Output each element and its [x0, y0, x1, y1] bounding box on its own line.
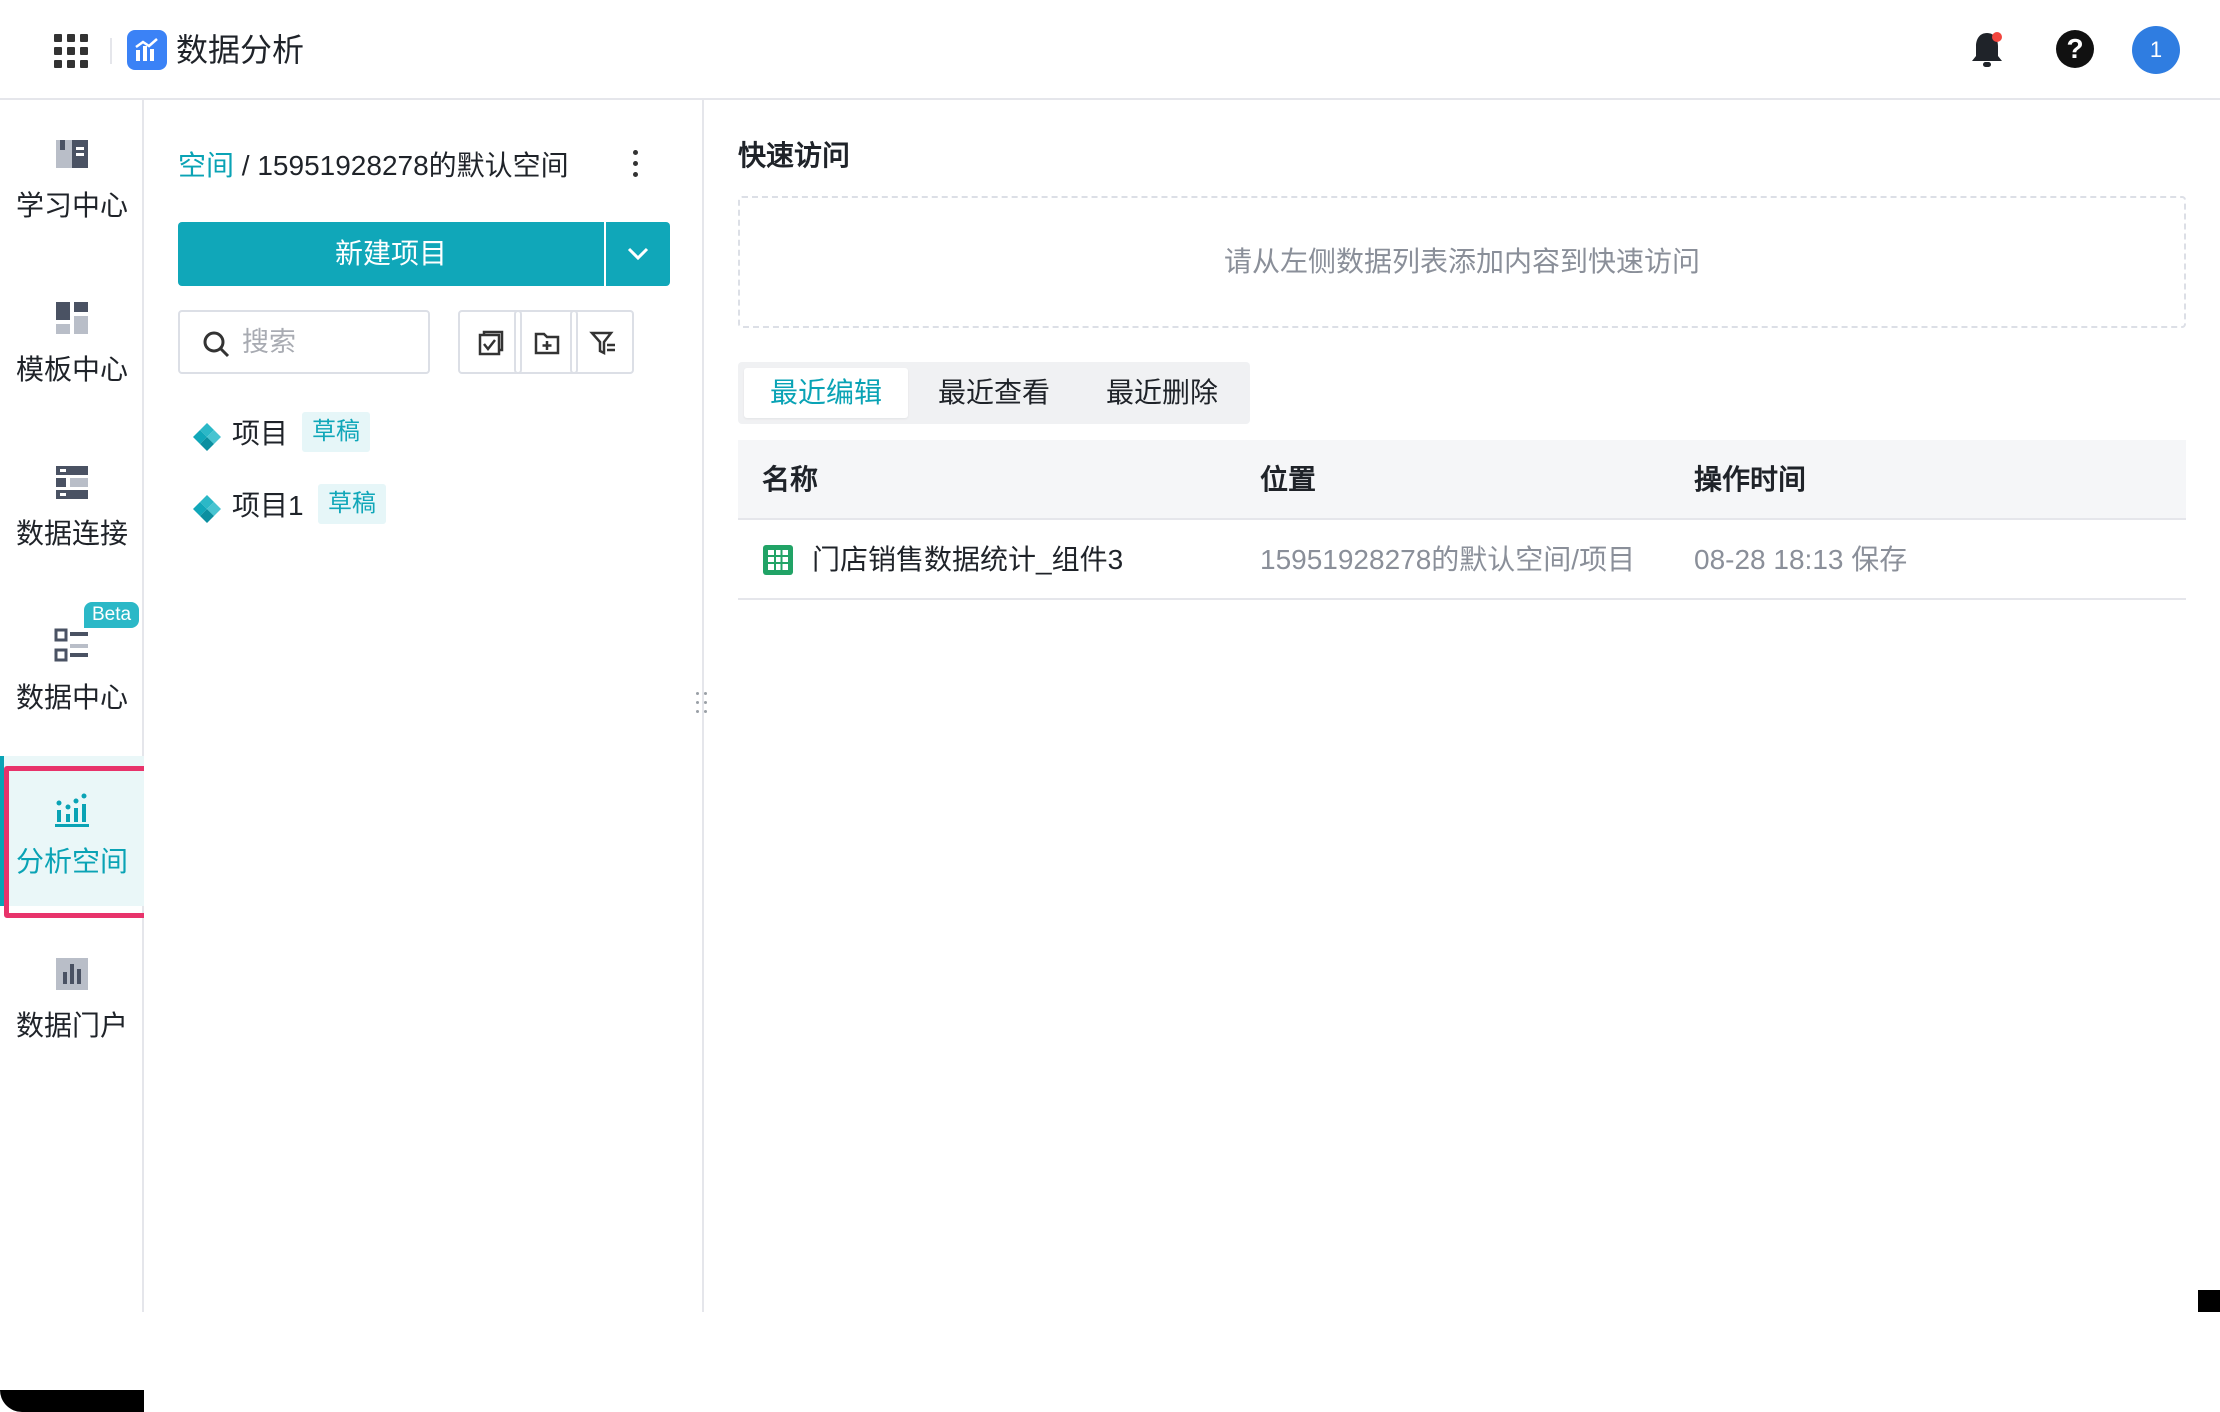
nav-label: 数据中心: [15, 682, 128, 713]
chevron-down-icon: [627, 247, 649, 261]
column-header-location: 位置: [1260, 464, 1317, 495]
more-options-icon[interactable]: [632, 150, 640, 182]
project-diamond-icon: [193, 423, 221, 451]
search-icon: [203, 331, 230, 358]
breadcrumb-root-link[interactable]: 空间: [178, 150, 234, 181]
row-location: 15951928278的默认空间/项目: [1260, 544, 1636, 575]
tab-recent-edit[interactable]: 最近编辑: [744, 368, 908, 418]
project-diamond-icon: [193, 495, 221, 523]
book-icon: [56, 140, 88, 168]
nav-item-data-connection[interactable]: 数据连接: [0, 428, 144, 578]
bell-icon[interactable]: [1970, 30, 2004, 70]
help-icon[interactable]: ?: [2056, 30, 2094, 68]
data-center-icon: [54, 628, 88, 662]
beta-badge: Beta: [84, 602, 140, 628]
nav-item-data-portal[interactable]: 数据门户: [0, 920, 144, 1070]
template-icon: [56, 302, 88, 334]
nav-label: 数据连接: [15, 518, 128, 549]
logo-icon: [127, 30, 167, 70]
table-row[interactable]: 门店销售数据统计_组件3 15951928278的默认空间/项目 08-28 1…: [738, 520, 2186, 600]
filter-button[interactable]: [570, 310, 634, 374]
quick-access-dropzone[interactable]: 请从左侧数据列表添加内容到快速访问: [738, 196, 2186, 328]
draft-tag: 草稿: [318, 484, 386, 524]
window-corner: [0, 1390, 144, 1412]
draft-tag: 草稿: [302, 412, 370, 452]
quick-access-title: 快速访问: [738, 140, 851, 171]
column-header-name: 名称: [762, 464, 819, 495]
nav-label: 数据门户: [15, 1010, 128, 1041]
avatar[interactable]: 1: [2132, 26, 2180, 74]
add-folder-icon: [534, 332, 560, 355]
new-project-dropdown-button[interactable]: [606, 222, 670, 286]
row-name[interactable]: 门店销售数据统计_组件3: [812, 540, 1123, 580]
checkbox-icon: [478, 330, 504, 356]
space-panel: 空间 / 15951928278的默认空间 新建项目 搜索 项目 草稿 项目1 …: [144, 100, 704, 1312]
portal-icon: [56, 958, 88, 990]
nav-label: 学习中心: [15, 190, 128, 221]
column-header-time: 操作时间: [1694, 464, 1807, 495]
tab-recent-delete[interactable]: 最近删除: [1080, 368, 1244, 418]
quick-access-hint: 请从左侧数据列表添加内容到快速访问: [1223, 246, 1700, 277]
app-title: 数据分析: [176, 32, 305, 68]
search-input[interactable]: 搜索: [178, 310, 430, 374]
breadcrumb-separator: /: [234, 150, 258, 181]
spreadsheet-icon: [763, 545, 793, 575]
main-content: 快速访问 请从左侧数据列表添加内容到快速访问 最近编辑 最近查看 最近删除 名称…: [706, 100, 2220, 1312]
breadcrumb-current: 15951928278的默认空间: [257, 150, 569, 181]
tree-item-name: 项目: [232, 418, 289, 449]
row-time: 08-28 18:13 保存: [1694, 544, 1908, 575]
selection-highlight: [4, 766, 150, 918]
new-folder-button[interactable]: [514, 310, 578, 374]
left-nav: 学习中心 模板中心 数据连接 数据中心 分析空间 数据门户: [0, 100, 144, 1412]
apps-grid-icon[interactable]: [54, 34, 88, 68]
top-header: 数据分析 ? 1: [0, 0, 2220, 100]
nav-label: 模板中心: [15, 354, 128, 385]
header-divider: [110, 38, 112, 64]
window-corner: [2198, 1290, 2220, 1312]
breadcrumb: 空间 / 15951928278的默认空间: [178, 146, 569, 186]
connection-icon: [56, 466, 88, 499]
table-header: 名称 位置 操作时间: [738, 440, 2186, 520]
tab-recent-view[interactable]: 最近查看: [912, 368, 1076, 418]
batch-select-button[interactable]: [458, 310, 522, 374]
tree-item-name: 项目1: [232, 490, 304, 521]
nav-item-templates[interactable]: 模板中心: [0, 264, 144, 414]
filter-icon: [589, 331, 615, 356]
search-placeholder: 搜索: [242, 327, 296, 357]
recent-tabs: 最近编辑 最近查看 最近删除: [738, 362, 1250, 424]
nav-item-learning[interactable]: 学习中心: [0, 100, 144, 250]
new-project-button[interactable]: 新建项目: [178, 222, 604, 286]
